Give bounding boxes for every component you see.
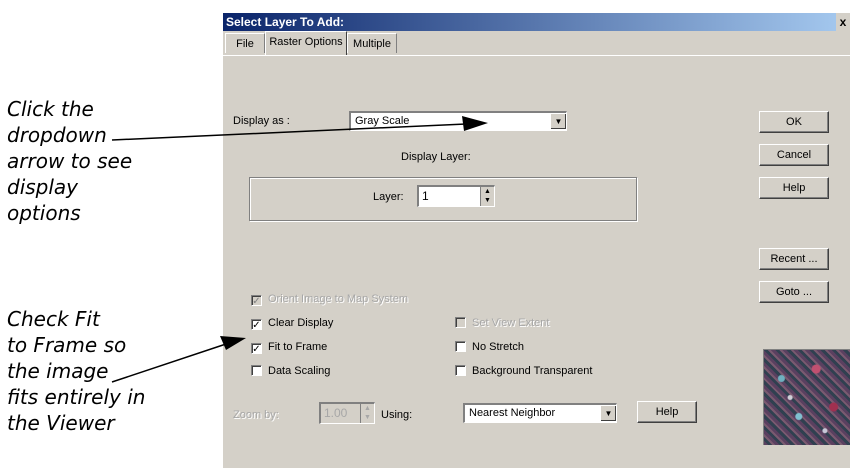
callout-arrow-line bbox=[111, 343, 227, 383]
callout-arrow-line bbox=[111, 123, 467, 141]
arrowhead-icon bbox=[462, 116, 488, 131]
tab-raster-options[interactable]: Raster Options bbox=[265, 31, 347, 55]
callout-arrows bbox=[111, 116, 488, 383]
arrowhead-icon bbox=[220, 336, 246, 350]
